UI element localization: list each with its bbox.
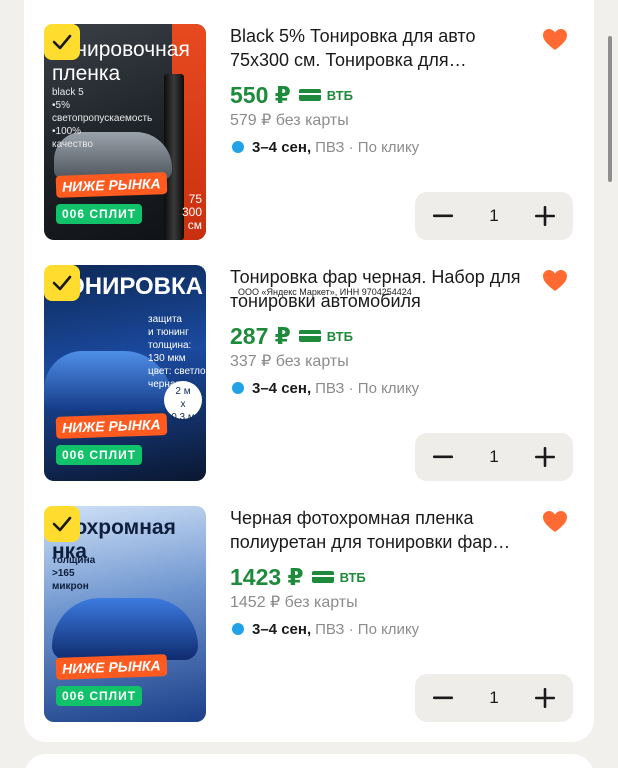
plus-icon xyxy=(535,688,555,708)
select-checkbox[interactable] xyxy=(44,24,80,60)
below-market-badge: НИЖЕ РЫНКА xyxy=(55,413,167,439)
bank-name: ВТБ xyxy=(326,87,353,103)
price-row: 550 ₽ ВТБ xyxy=(230,82,530,108)
quantity-value: 1 xyxy=(489,688,499,707)
price-without-card: 579 ₽ без карты xyxy=(230,112,349,129)
increase-button[interactable] xyxy=(533,686,557,710)
product-title[interactable]: Black 5% Тонировка для авто 75х300 см. Т… xyxy=(230,24,530,72)
next-cart-card xyxy=(24,754,594,768)
product-title[interactable]: Черная фотохромная пленка полиуретан для… xyxy=(230,506,530,554)
delivery-method: ПВЗ · По клику xyxy=(315,138,420,156)
seller-legal-note: ООО «Яндекс Маркет», ИНН 9704254424 xyxy=(238,287,412,297)
checkmark-icon xyxy=(52,275,72,291)
increase-button[interactable] xyxy=(533,204,557,228)
bank-name: ВТБ xyxy=(339,569,366,585)
decrease-button[interactable] xyxy=(431,445,455,469)
heart-icon[interactable] xyxy=(542,510,568,534)
price-row: 1423 ₽ ВТБ xyxy=(230,564,530,590)
decrease-button[interactable] xyxy=(431,686,455,710)
price-row: 287 ₽ ВТБ xyxy=(230,323,530,349)
product-info: Черная фотохромная пленка полиуретан для… xyxy=(230,506,530,640)
below-market-badge: НИЖЕ РЫНКА xyxy=(55,172,167,198)
delivery-date: 3–4 сен, xyxy=(252,620,312,638)
bank-card-icon xyxy=(298,89,321,101)
increase-button[interactable] xyxy=(533,445,557,469)
select-checkbox[interactable] xyxy=(44,506,80,542)
bank-card-icon xyxy=(311,571,334,583)
price-with-card: 287 ₽ xyxy=(230,322,291,349)
price-without-card: 337 ₽ без карты xyxy=(230,353,349,370)
delivery-date: 3–4 сен, xyxy=(252,138,312,156)
quantity-value: 1 xyxy=(489,447,499,466)
quantity-stepper: 1 xyxy=(415,433,573,481)
bank-card-icon xyxy=(298,330,321,342)
quantity-stepper: 1 xyxy=(415,192,573,240)
decrease-button[interactable] xyxy=(431,204,455,228)
delivery-method: ПВЗ · По клику xyxy=(315,620,420,638)
minus-icon xyxy=(433,455,453,459)
plus-icon xyxy=(535,447,555,467)
heart-icon[interactable] xyxy=(542,28,568,52)
checkmark-icon xyxy=(52,34,72,50)
cart-item: ионировочная пленка black 5 •5% светопро… xyxy=(0,24,618,264)
delivery-dot-icon xyxy=(232,623,244,635)
product-info: Black 5% Тонировка для авто 75х300 см. Т… xyxy=(230,24,530,158)
checkmark-icon xyxy=(52,516,72,532)
image-car xyxy=(52,598,198,660)
delivery-dot-icon xyxy=(232,382,244,394)
delivery-info: 3–4 сен, ПВЗ · По клику xyxy=(230,377,530,399)
product-info: Тонировка фар черная. Набор для тонировк… xyxy=(230,265,530,399)
quantity-value: 1 xyxy=(489,206,499,225)
select-checkbox[interactable] xyxy=(44,265,80,301)
image-size-label: 2 м х 0,3 м xyxy=(164,381,202,423)
cart-item: отохромная нка толщина >165 микрон НИЖЕ … xyxy=(0,506,618,746)
image-subtitle: black 5 •5% светопропускаемость •100% ка… xyxy=(52,87,153,150)
heart-icon[interactable] xyxy=(542,269,568,293)
price-with-card: 1423 ₽ xyxy=(230,563,304,590)
cart-item: ТОНИРОВКА защита и тюнинг толщина: 130 м… xyxy=(0,265,618,505)
delivery-dot-icon xyxy=(232,141,244,153)
price-with-card: 550 ₽ xyxy=(230,81,291,108)
bank-name: ВТБ xyxy=(326,328,353,344)
quantity-stepper: 1 xyxy=(415,674,573,722)
split-badge: 006 СПЛИТ xyxy=(56,445,143,465)
image-subtitle: защита и тюнинг толщина: 130 мкм цвет: с… xyxy=(148,314,206,390)
image-subtitle: толщина >165 микрон xyxy=(52,555,96,592)
price-without-card: 1452 ₽ без карты xyxy=(230,594,358,611)
delivery-method: ПВЗ · По клику xyxy=(315,379,420,397)
delivery-date: 3–4 сен, xyxy=(252,379,312,397)
minus-icon xyxy=(433,696,453,700)
plus-icon xyxy=(535,206,555,226)
split-badge: 006 СПЛИТ xyxy=(56,686,143,706)
delivery-info: 3–4 сен, ПВЗ · По клику xyxy=(230,618,530,640)
minus-icon xyxy=(433,214,453,218)
below-market-badge: НИЖЕ РЫНКА xyxy=(55,654,167,680)
delivery-info: 3–4 сен, ПВЗ · По клику xyxy=(230,136,530,158)
split-badge: 006 СПЛИТ xyxy=(56,204,143,224)
image-size-label: 75 300 см xyxy=(181,192,202,232)
